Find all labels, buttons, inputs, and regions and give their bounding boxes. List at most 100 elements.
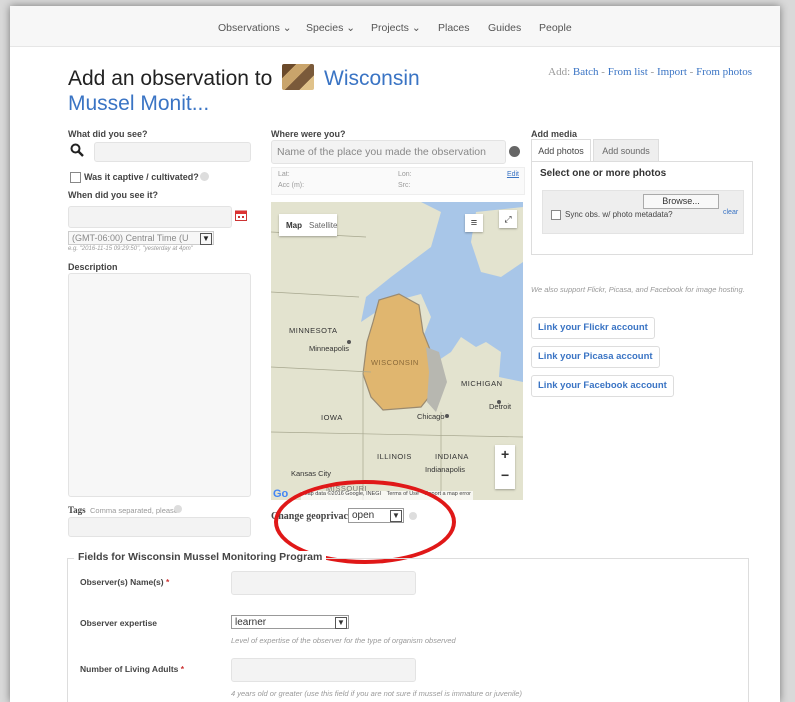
- nav-species[interactable]: Species ⌄: [306, 22, 355, 34]
- zoom-out-button[interactable]: −: [501, 467, 509, 483]
- zoom-in-button[interactable]: +: [501, 446, 509, 462]
- fullscreen-icon[interactable]: ⤢: [499, 210, 517, 228]
- map-label-illinois: ILLINOIS: [377, 452, 412, 461]
- satellite-tab[interactable]: Satellite: [309, 221, 337, 230]
- project-link-line2[interactable]: Mussel Monit...: [68, 92, 209, 116]
- map-label-michigan: MICHIGAN: [461, 379, 503, 388]
- media-label: Add media: [531, 129, 578, 139]
- map-label-wisconsin: WISCONSIN: [371, 358, 419, 367]
- timezone-value: (GMT-06:00) Central Time (U: [72, 233, 189, 243]
- add-separator: -: [686, 66, 697, 78]
- map-label-indianapolis: Indianapolis: [425, 465, 466, 474]
- layers-icon[interactable]: ≡: [465, 214, 483, 232]
- captive-checkbox[interactable]: [70, 172, 81, 183]
- date-input[interactable]: [68, 206, 232, 228]
- lon-label: Lon:: [398, 171, 412, 178]
- nav-observations[interactable]: Observations ⌄: [218, 22, 292, 34]
- fields-legend: Fields for Wisconsin Mussel Monitoring P…: [74, 551, 327, 563]
- when-label: When did you see it?: [68, 190, 159, 200]
- observer-name-label: Observer(s) Name(s) *: [80, 577, 169, 587]
- nav-guides[interactable]: Guides: [488, 22, 521, 34]
- add-separator: -: [647, 66, 657, 78]
- living-adults-label: Number of Living Adults *: [80, 664, 184, 674]
- help-icon[interactable]: [174, 505, 182, 513]
- required-mark: *: [180, 664, 185, 674]
- living-adults-input[interactable]: [231, 658, 416, 682]
- sync-checkbox[interactable]: [551, 210, 561, 220]
- add-prefix: Add:: [548, 66, 571, 78]
- observer-name-input[interactable]: [231, 571, 416, 595]
- observer-name-text: Observer(s) Name(s): [80, 577, 164, 587]
- map[interactable]: Map Satellite ≡ ⤢ MINNESOTA Minneapolis …: [271, 202, 523, 500]
- living-adults-help: 4 years old or greater (use this field i…: [231, 689, 522, 698]
- upload-area: Browse... Sync obs. w/ photo metadata? c…: [542, 190, 744, 234]
- expertise-select[interactable]: learner ▼: [231, 615, 349, 629]
- edit-coordinates-link[interactable]: Edit: [507, 171, 519, 178]
- add-from-list-link[interactable]: From list: [608, 66, 648, 78]
- species-input[interactable]: [94, 142, 251, 162]
- description-label: Description: [68, 262, 118, 272]
- add-separator: -: [598, 66, 608, 78]
- select-photos-title: Select one or more photos: [540, 168, 667, 179]
- page: Observations ⌄ Species ⌄ Projects ⌄ Plac…: [10, 6, 780, 702]
- map-label-minneapolis: Minneapolis: [309, 344, 350, 353]
- search-icon: [70, 143, 84, 157]
- expertise-value: learner: [235, 617, 267, 628]
- locate-icon[interactable]: [509, 146, 520, 157]
- add-batch-link[interactable]: Batch: [573, 66, 599, 78]
- place-input[interactable]: Name of the place you made the observati…: [271, 140, 506, 164]
- support-text: We also support Flickr, Picasa, and Face…: [531, 285, 745, 294]
- src-label: Src:: [398, 182, 411, 189]
- date-hint: e.g. "2016-11-15 09:29:50", "yesterday a…: [68, 246, 193, 252]
- expertise-label: Observer expertise: [80, 618, 158, 628]
- project-thumbnail[interactable]: [282, 64, 315, 90]
- add-import-link[interactable]: Import: [657, 66, 687, 78]
- acc-label: Acc (m):: [278, 182, 305, 189]
- expertise-help: Level of expertise of the observer for t…: [231, 636, 456, 645]
- chevron-down-icon: ▼: [200, 233, 212, 245]
- tags-label: Tags: [68, 505, 86, 515]
- link-flickr-button[interactable]: Link your Flickr account: [531, 317, 655, 339]
- what-label: What did you see?: [68, 129, 148, 139]
- link-picasa-button[interactable]: Link your Picasa account: [531, 346, 660, 368]
- google-logo: Go: [273, 488, 289, 500]
- where-label: Where were you?: [271, 129, 346, 139]
- coordinates-box: Lat: Lon: Acc (m): Src: Edit: [271, 167, 525, 195]
- add-from-photos-link[interactable]: From photos: [696, 66, 752, 78]
- browse-button[interactable]: Browse...: [643, 194, 719, 209]
- description-textarea[interactable]: [68, 273, 251, 497]
- map-type-control: Map Satellite: [279, 214, 337, 236]
- calendar-icon[interactable]: [235, 209, 247, 221]
- tab-add-photos[interactable]: Add photos: [531, 139, 591, 162]
- clear-link[interactable]: clear: [723, 209, 738, 216]
- tags-input[interactable]: [68, 517, 251, 537]
- timezone-select[interactable]: (GMT-06:00) Central Time (U ▼: [68, 231, 214, 245]
- title-prefix: Add an observation to: [68, 67, 273, 90]
- add-links: Add: Batch - From list - Import - From p…: [548, 66, 752, 78]
- lat-label: Lat:: [278, 171, 290, 178]
- top-nav: Observations ⌄ Species ⌄ Projects ⌄ Plac…: [10, 6, 780, 47]
- zoom-control: + −: [495, 445, 515, 489]
- nav-places[interactable]: Places: [438, 22, 470, 34]
- required-mark: *: [166, 577, 170, 587]
- help-icon[interactable]: [200, 172, 209, 181]
- map-label-kansas-city: Kansas City: [291, 469, 332, 478]
- project-link[interactable]: Wisconsin: [324, 67, 420, 90]
- map-label-chicago: Chicago: [417, 412, 445, 421]
- nav-people[interactable]: People: [539, 22, 572, 34]
- nav-projects[interactable]: Projects ⌄: [371, 22, 421, 34]
- living-adults-text: Number of Living Adults: [80, 664, 179, 674]
- map-label-indiana: INDIANA: [435, 452, 469, 461]
- tab-add-sounds[interactable]: Add sounds: [593, 139, 659, 162]
- chevron-down-icon: ▼: [335, 617, 347, 629]
- map-tab[interactable]: Map: [286, 221, 302, 230]
- page-title: Add an observation to Wisconsin: [68, 64, 420, 92]
- sync-label: Sync obs. w/ photo metadata?: [565, 210, 673, 219]
- map-label-iowa: IOWA: [321, 413, 343, 422]
- place-placeholder: Name of the place you made the observati…: [277, 146, 486, 158]
- link-facebook-button[interactable]: Link your Facebook account: [531, 375, 674, 397]
- map-label-detroit: Detroit: [489, 402, 512, 411]
- media-panel: Select one or more photos Browse... Sync…: [531, 161, 753, 255]
- tags-hint: Comma separated, please: [90, 506, 178, 515]
- captive-label: Was it captive / cultivated?: [84, 172, 199, 182]
